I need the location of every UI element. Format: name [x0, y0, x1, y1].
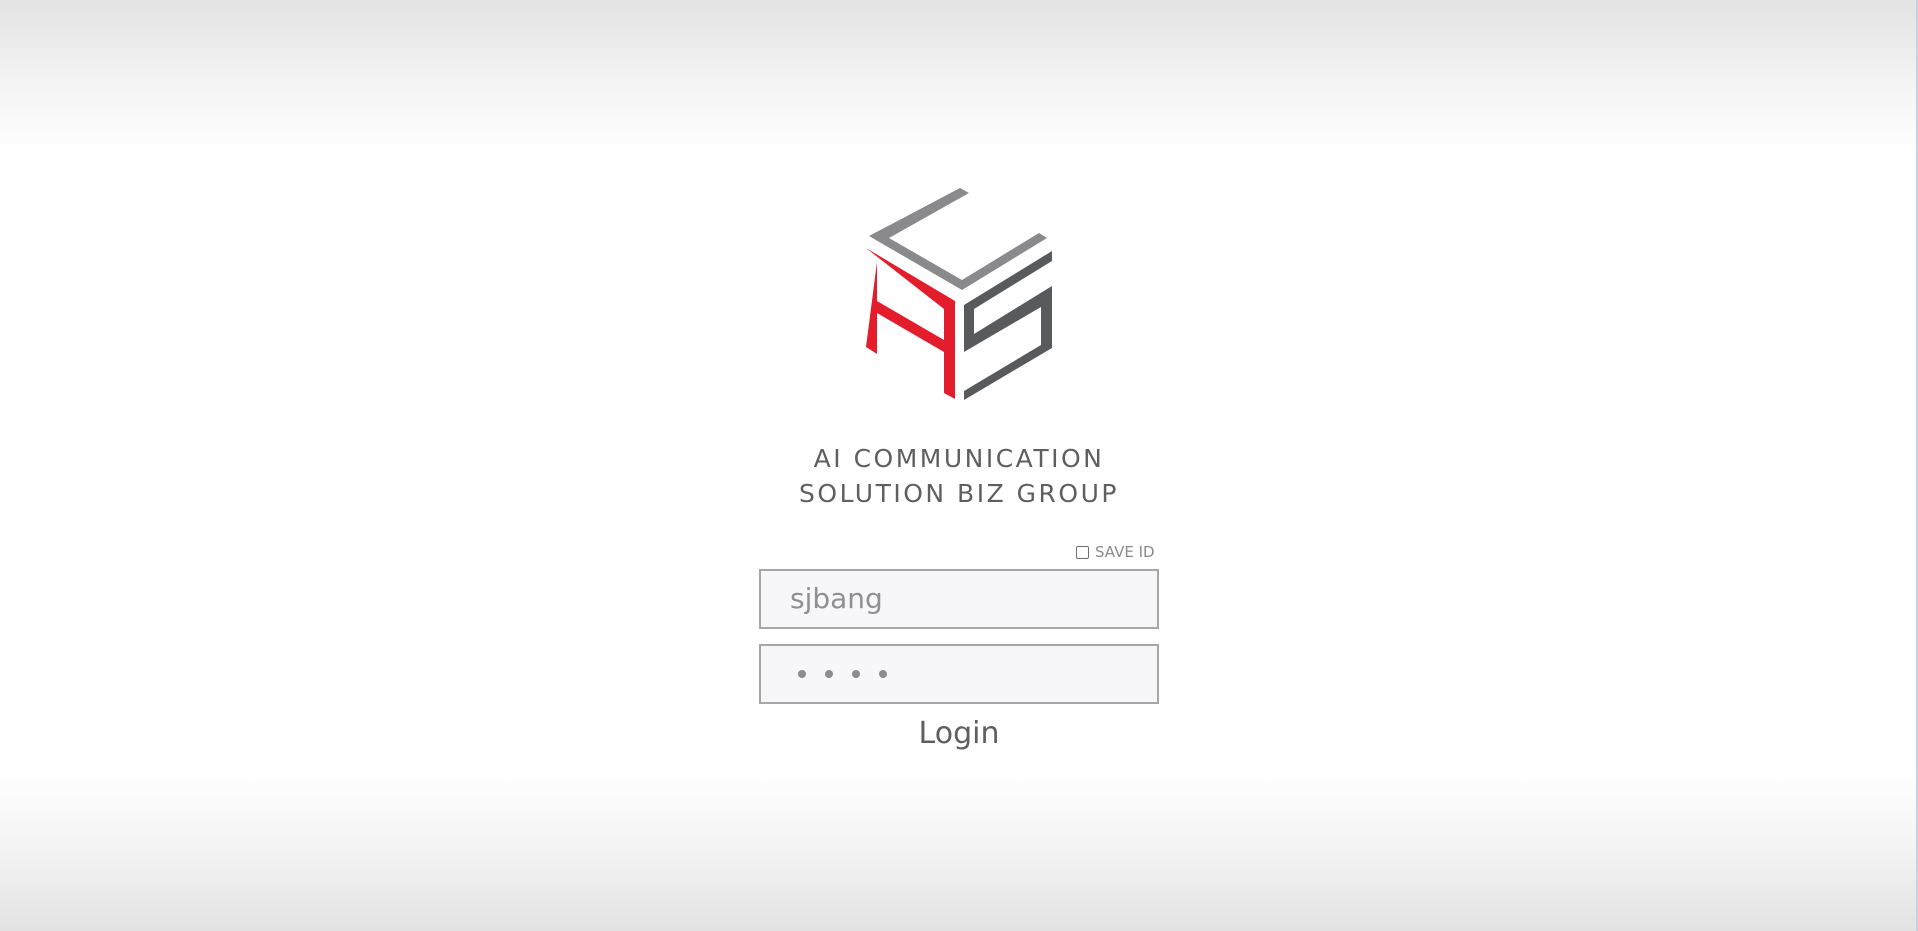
login-button[interactable]: Login	[859, 714, 1059, 754]
password-dot	[852, 670, 860, 678]
save-id-checkbox[interactable]	[1076, 545, 1089, 559]
password-mask	[798, 670, 906, 678]
user-id-input[interactable]: sjbang	[759, 569, 1159, 629]
password-input[interactable]	[759, 644, 1159, 704]
password-dot	[825, 670, 833, 678]
save-id-option[interactable]: SAVE ID	[1076, 543, 1155, 561]
user-id-value: sjbang	[790, 582, 883, 615]
password-dot	[798, 670, 806, 678]
company-logo	[866, 188, 1052, 400]
tagline-line-2: SOLUTION BIZ GROUP	[799, 479, 1119, 508]
password-dot	[879, 670, 887, 678]
save-id-label: SAVE ID	[1095, 543, 1155, 561]
tagline-line-1: AI COMMUNICATION	[813, 444, 1105, 473]
